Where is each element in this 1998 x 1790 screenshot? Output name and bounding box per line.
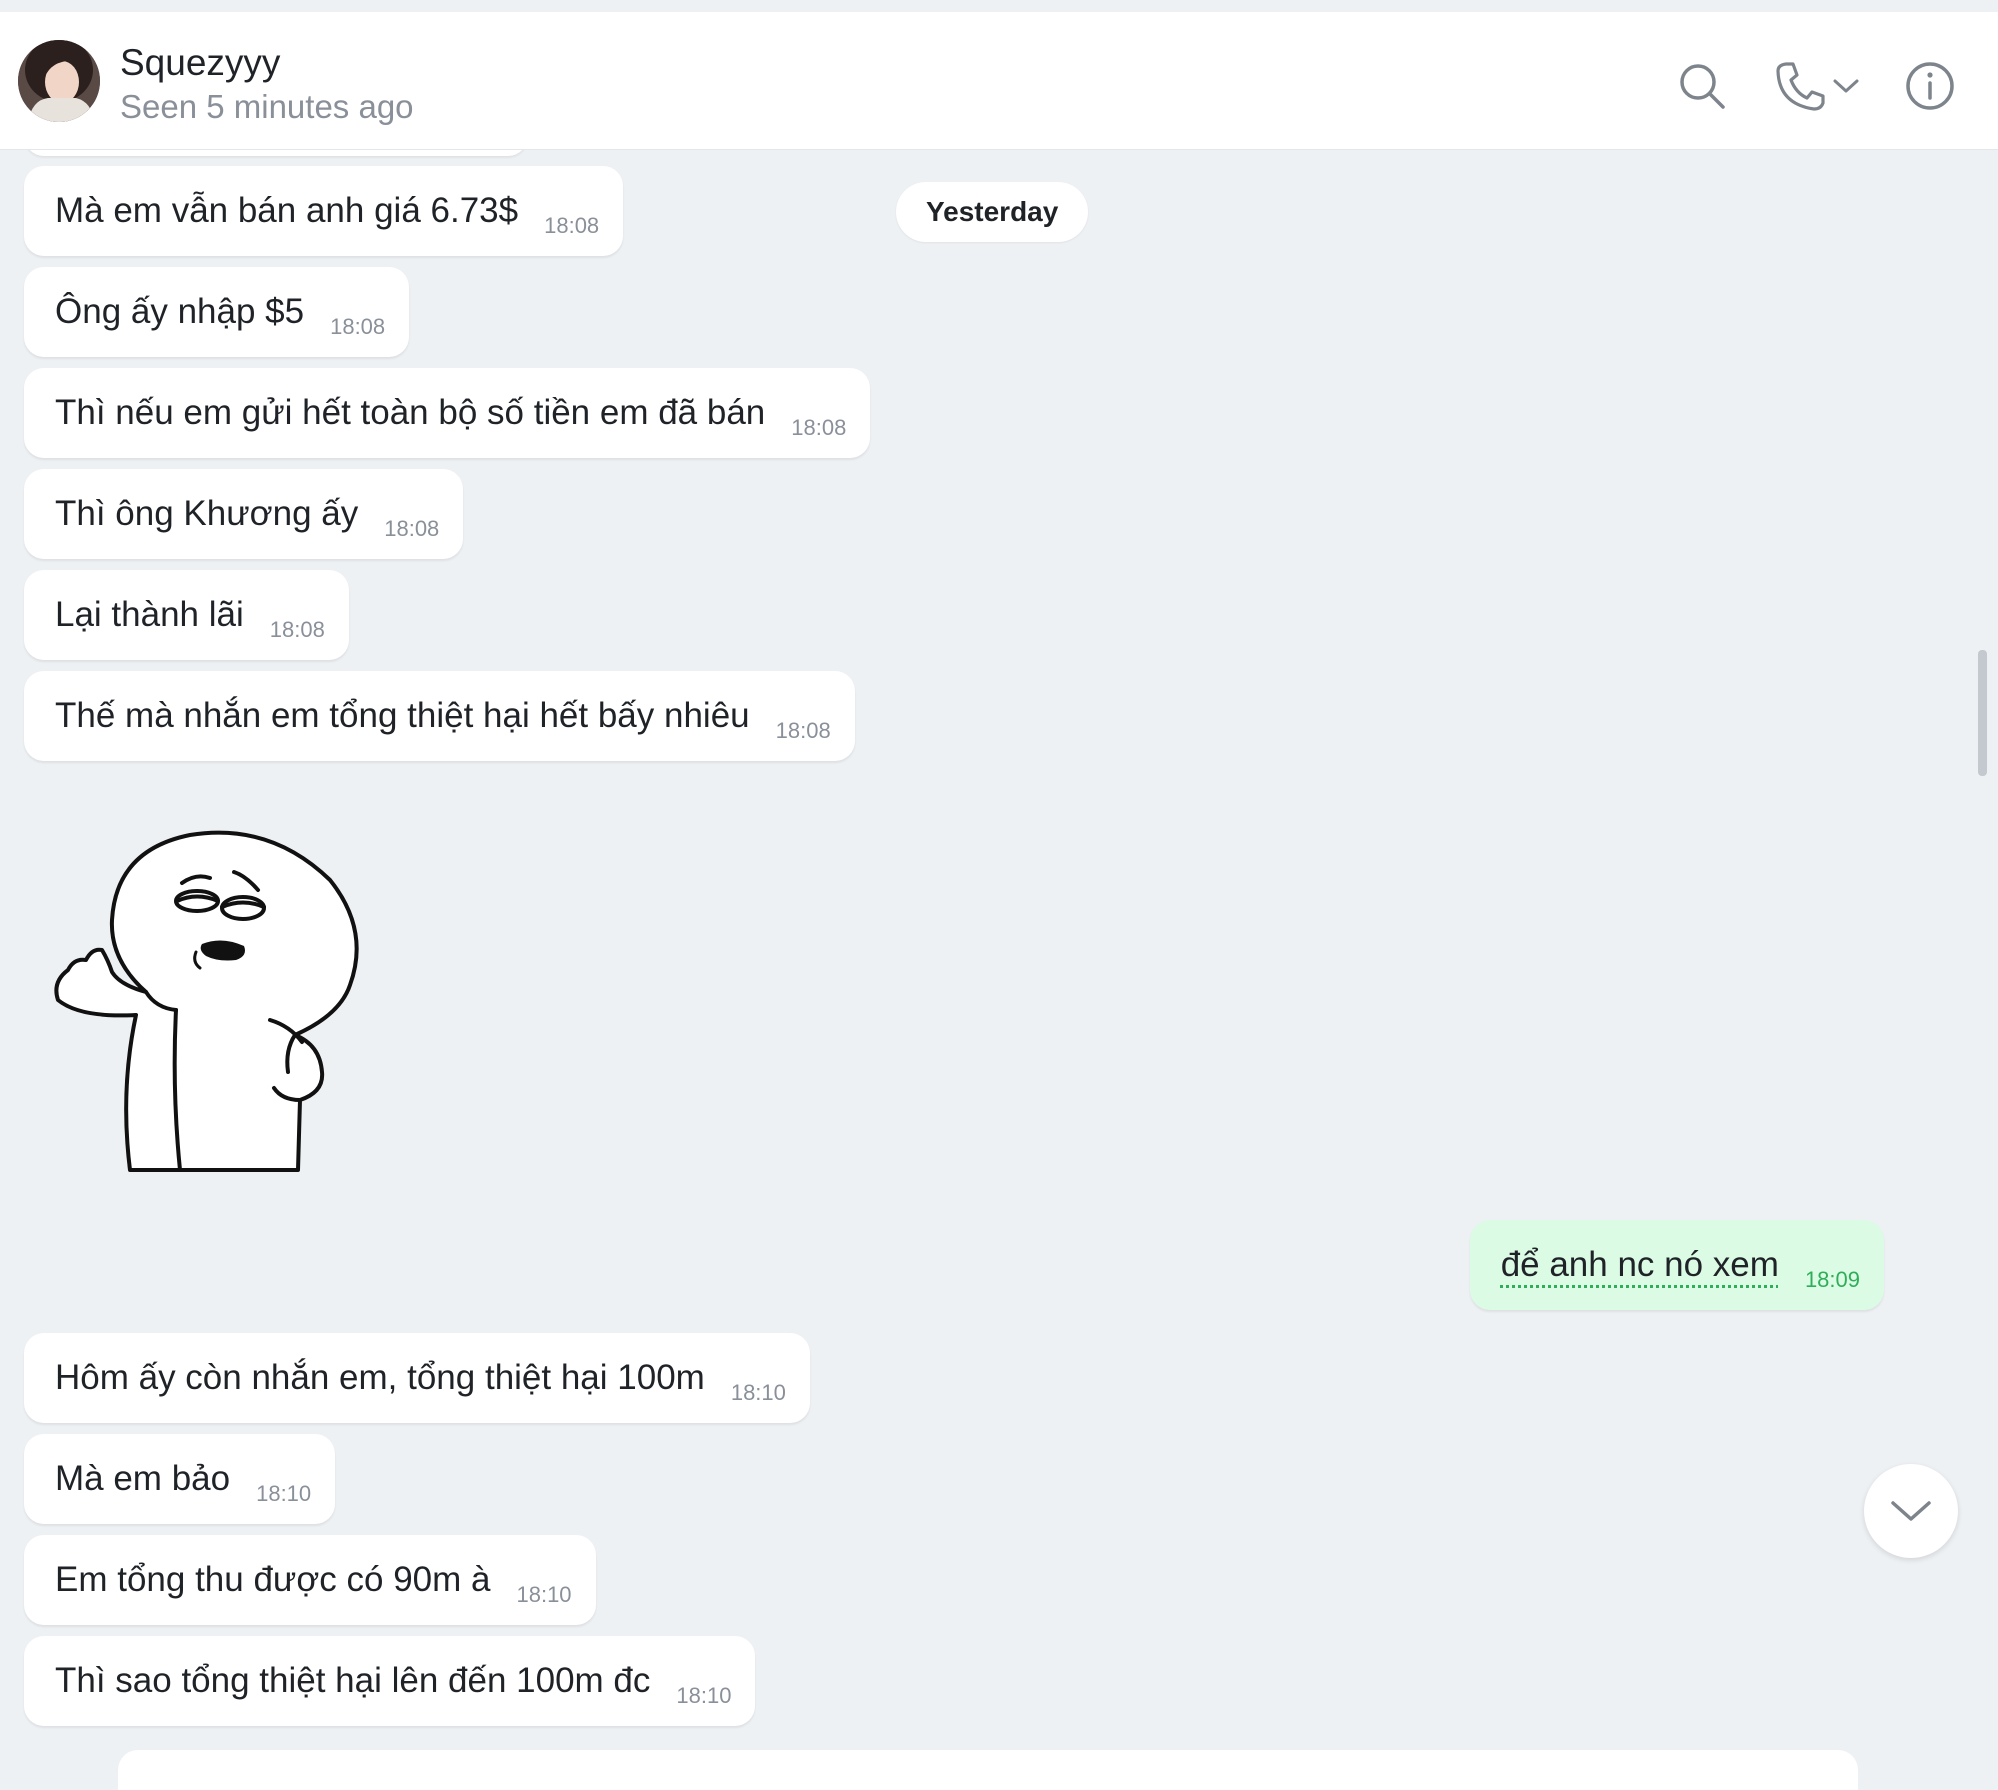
message-time: 18:10 [516, 1582, 572, 1607]
message-time: 18:08 [544, 213, 600, 238]
message-text: Mà em vẫn bán anh giá 6.73$ [55, 191, 519, 230]
message-time: 18:08 [330, 314, 386, 339]
message-time: 18:10 [676, 1683, 732, 1708]
incoming-message-bubble[interactable]: Ông ấy nhập $5 18:08 [24, 267, 410, 357]
scrollbar-thumb[interactable] [1978, 650, 1987, 776]
search-icon [1680, 64, 1725, 109]
message-text: để anh nc nó xem [1500, 1245, 1779, 1284]
incoming-message-bubble[interactable]: Mà em bảo 18:10 [24, 1434, 336, 1524]
incoming-message-bubble[interactable]: Thế mà nhắn em tổng thiệt hại hết bấy nh… [24, 671, 855, 761]
message-row[interactable]: Thì ông Khương ấy 18:08 [24, 469, 464, 559]
partial-message-bubble [24, 150, 528, 156]
message-text: Ông ấy nhập $5 [55, 292, 305, 331]
incoming-message-bubble[interactable]: Lại thành lãi 18:08 [24, 570, 349, 660]
avatar[interactable] [18, 40, 100, 122]
call-button[interactable] [1768, 52, 1868, 120]
message-time: 18:08 [775, 718, 831, 743]
message-text: Hôm ấy còn nhắn em, tổng thiệt hại 100m [55, 1358, 705, 1397]
message-text: Thế mà nhắn em tổng thiệt hại hết bấy nh… [55, 696, 750, 735]
info-button[interactable] [1898, 52, 1962, 120]
message-text: Lại thành lãi [55, 595, 244, 634]
message-row[interactable]: Lại thành lãi 18:08 [24, 570, 349, 660]
message-row[interactable]: Thế mà nhắn em tổng thiệt hại hết bấy nh… [24, 671, 855, 761]
incoming-message-bubble[interactable]: Em tổng thu được có 90m à 18:10 [24, 1535, 596, 1625]
contact-name: Squezyyy [120, 42, 281, 83]
outgoing-message-bubble[interactable]: để anh nc nó xem 18:09 [1469, 1220, 1884, 1310]
chevron-down-icon [1891, 1501, 1931, 1521]
message-row[interactable]: Mà em bảo 18:10 [24, 1434, 336, 1524]
message-text: Mà em bảo [55, 1459, 231, 1498]
top-strip [0, 0, 1998, 12]
date-separator: Yesterday [896, 182, 1089, 242]
sticker-message[interactable] [50, 810, 430, 1180]
incoming-message-bubble[interactable]: Thì sao tổng thiệt hại lên đến 100m đc 1… [24, 1636, 756, 1726]
message-row[interactable]: Thì sao tổng thiệt hại lên đến 100m đc 1… [24, 1636, 756, 1726]
scrollbar-track[interactable] [1976, 160, 1988, 1760]
message-time: 18:08 [384, 516, 440, 541]
message-row[interactable]: Thì nếu em gửi hết toàn bộ số tiền em đã… [24, 368, 871, 458]
contact-status: Seen 5 minutes ago [120, 88, 414, 125]
search-button[interactable] [1670, 52, 1734, 120]
message-row[interactable]: Mà em vẫn bán anh giá 6.73$ 18:08 [24, 166, 624, 256]
chevron-down-icon [1833, 79, 1859, 93]
avatar-image [18, 40, 100, 122]
incoming-message-bubble[interactable]: Hôm ấy còn nhắn em, tổng thiệt hại 100m … [24, 1333, 810, 1423]
message-row[interactable]: Em tổng thu được có 90m à 18:10 [24, 1535, 596, 1625]
scroll-to-bottom-button[interactable] [1864, 1464, 1958, 1558]
info-icon [1906, 62, 1954, 110]
incoming-message-bubble[interactable]: Thì nếu em gửi hết toàn bộ số tiền em đã… [24, 368, 871, 458]
message-text: Thì sao tổng thiệt hại lên đến 100m đc [55, 1661, 651, 1700]
message-row[interactable]: Hôm ấy còn nhắn em, tổng thiệt hại 100m … [24, 1333, 810, 1423]
message-time: 18:08 [791, 415, 847, 440]
composer-edge[interactable] [118, 1750, 1858, 1790]
message-text: Thì nếu em gửi hết toàn bộ số tiền em đã… [55, 393, 766, 432]
message-time: 18:10 [256, 1481, 312, 1506]
message-time: 18:08 [269, 617, 325, 642]
message-row[interactable]: để anh nc nó xem 18:09 [1469, 1220, 1884, 1310]
message-time: 18:10 [730, 1380, 786, 1405]
shrug-character-sticker [54, 830, 359, 1172]
message-text: Em tổng thu được có 90m à [55, 1560, 491, 1599]
message-time: 18:09 [1804, 1267, 1860, 1292]
incoming-message-bubble[interactable]: Thì ông Khương ấy 18:08 [24, 469, 464, 559]
phone-icon [1776, 62, 1825, 111]
message-list[interactable]: Yesterday Mà em vẫn bán anh giá 6.73$ 18… [0, 150, 1998, 1765]
incoming-message-bubble[interactable]: Mà em vẫn bán anh giá 6.73$ 18:08 [24, 166, 624, 256]
message-text: Thì ông Khương ấy [55, 494, 359, 533]
message-row[interactable]: Ông ấy nhập $5 18:08 [24, 267, 410, 357]
chat-header: Squezyyy Seen 5 minutes ago [0, 12, 1998, 150]
